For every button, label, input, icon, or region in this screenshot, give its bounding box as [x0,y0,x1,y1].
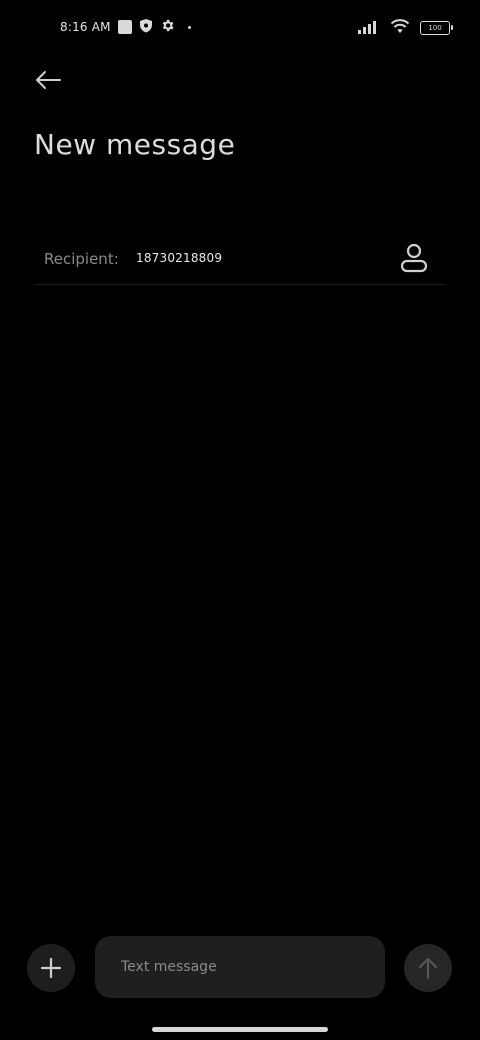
square-notification-icon [117,20,132,34]
arrow-up-icon [418,957,438,980]
wifi-icon [390,18,410,38]
send-button[interactable] [404,944,452,992]
home-indicator[interactable] [152,1027,328,1032]
back-button[interactable] [30,64,66,96]
composer-bar [0,934,480,1004]
plus-icon [40,957,62,979]
recipient-input[interactable]: 18730218809 [136,251,222,265]
page-title: New message [34,128,236,161]
recipient-label: Recipient: [44,250,119,268]
status-bar: 8:16 AM 100 [0,0,480,56]
recipient-row[interactable]: Recipient: 18730218809 [35,236,445,285]
status-time: 8:16 AM [60,20,111,34]
battery-icon: 100 [420,21,453,35]
status-bar-right: 100 [358,18,453,38]
status-bar-left: 8:16 AM [60,18,191,36]
contact-picker-button[interactable] [399,242,429,274]
person-icon [400,243,428,273]
shield-icon [139,18,153,36]
arrow-left-icon [36,71,61,89]
dot-icon [187,25,191,29]
add-attachment-button[interactable] [27,944,75,992]
message-input[interactable] [95,936,385,998]
signal-icon [358,19,380,38]
gear-icon [160,18,175,36]
